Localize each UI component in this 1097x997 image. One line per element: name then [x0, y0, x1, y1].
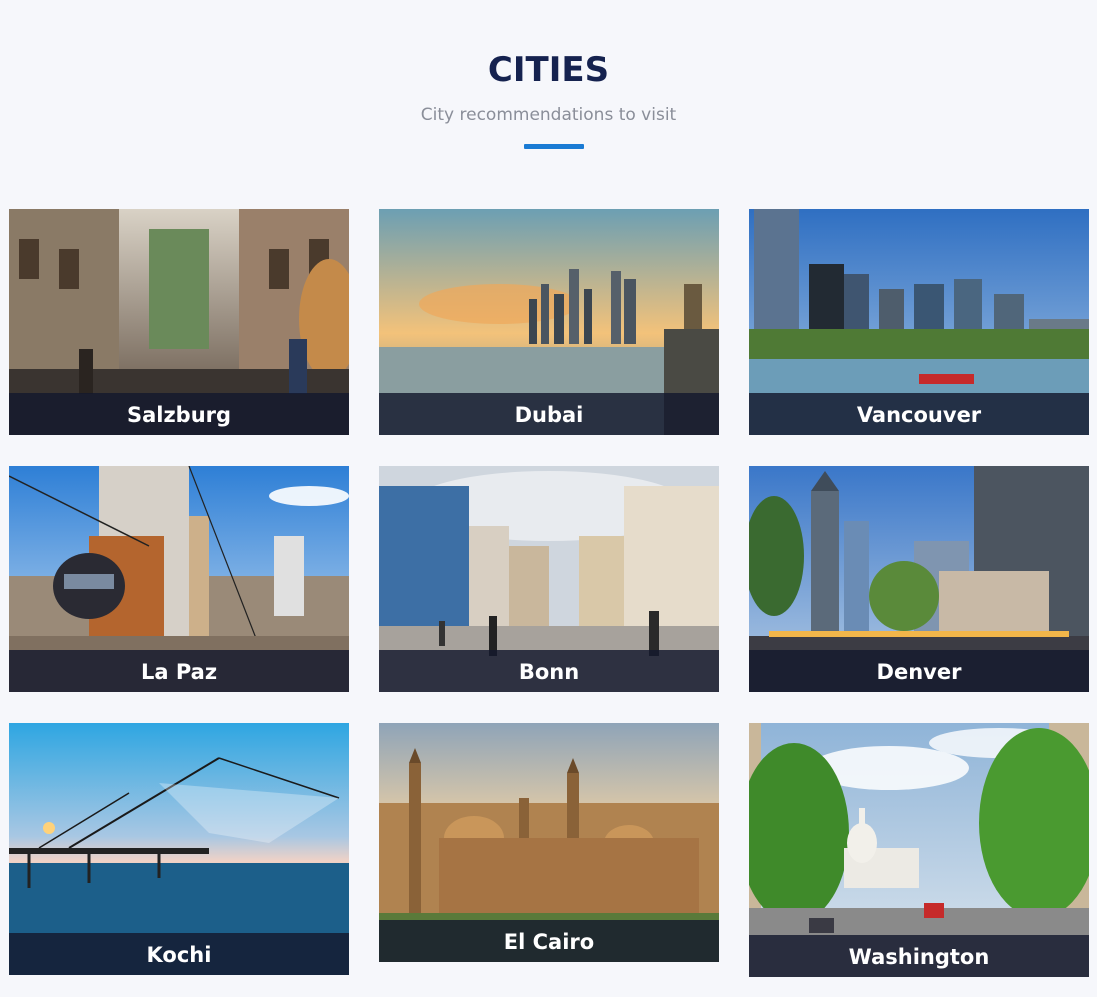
city-card-denver[interactable]: Denver: [749, 466, 1089, 692]
city-name: Denver: [749, 650, 1089, 692]
title-underline: [524, 144, 584, 149]
city-name: Salzburg: [9, 393, 349, 435]
city-name: La Paz: [9, 650, 349, 692]
city-card-bonn[interactable]: Bonn: [379, 466, 719, 692]
city-name: El Cairo: [379, 920, 719, 962]
city-card-dubai[interactable]: Dubai: [379, 209, 719, 435]
city-name: Bonn: [379, 650, 719, 692]
city-name: Dubai: [379, 393, 719, 435]
page-title: CITIES: [487, 50, 610, 90]
city-card-kochi[interactable]: Kochi: [9, 723, 349, 975]
city-card-washington[interactable]: Washington: [749, 723, 1089, 977]
city-card-la-paz[interactable]: La Paz: [9, 466, 349, 692]
cities-page: CITIES City recommendations to visit Sal…: [0, 0, 1097, 997]
page-subtitle: City recommendations to visit: [420, 105, 677, 125]
city-name: Washington: [749, 935, 1089, 977]
city-card-el-cairo[interactable]: El Cairo: [379, 723, 719, 962]
city-name: Kochi: [9, 933, 349, 975]
city-name: Vancouver: [749, 393, 1089, 435]
city-card-salzburg[interactable]: Salzburg: [9, 209, 349, 435]
city-card-vancouver[interactable]: Vancouver: [749, 209, 1089, 435]
